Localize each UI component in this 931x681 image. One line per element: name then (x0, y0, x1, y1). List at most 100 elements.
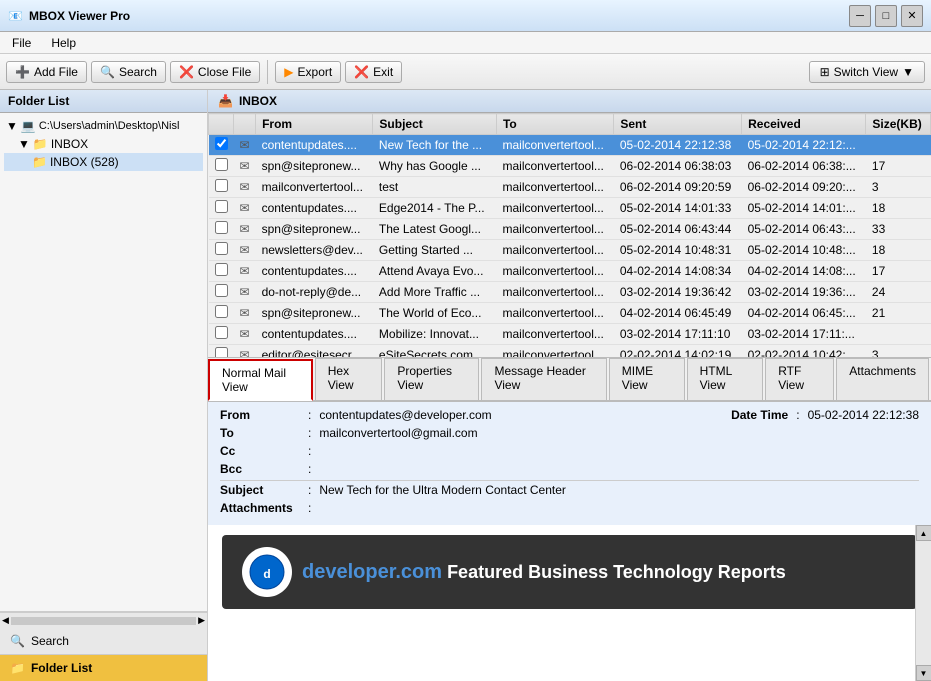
email-sent: 04-02-2014 06:45:49 (614, 303, 742, 324)
view-tab-properties-view[interactable]: Properties View (384, 358, 479, 400)
toolbar-divider-1 (267, 60, 268, 84)
email-size: 18 (866, 240, 931, 261)
email-subject: Add More Traffic ... (373, 282, 497, 303)
email-size: 18 (866, 198, 931, 219)
close-file-button[interactable]: ❌ Close File (170, 61, 260, 83)
preview-subject-field: Subject : New Tech for the Ultra Modern … (220, 483, 919, 497)
email-size (866, 135, 931, 156)
email-subject: The Latest Googl... (373, 219, 497, 240)
tree-item-drive[interactable]: ▼ 💻 C:\Users\admin\Desktop\Nisl (4, 117, 203, 135)
email-received: 05-02-2014 22:12:... (742, 135, 866, 156)
minimize-button[interactable]: ─ (849, 5, 871, 27)
email-checkbox[interactable] (209, 282, 234, 303)
drive-label: C:\Users\admin\Desktop\Nisl (39, 120, 180, 132)
cc-label: Cc (220, 444, 300, 458)
email-table-container[interactable]: From Subject To Sent Received Size(KB) ✉… (208, 113, 931, 358)
email-from: contentupdates.... (256, 135, 373, 156)
email-checkbox[interactable] (209, 156, 234, 177)
col-header-received[interactable]: Received (742, 114, 866, 135)
email-to: mailconvertertool... (496, 303, 613, 324)
switch-view-button[interactable]: ⊞ Switch View ▼ (809, 61, 925, 83)
search-button[interactable]: 🔍 Search (91, 61, 166, 83)
email-checkbox[interactable] (209, 324, 234, 345)
scroll-left-icon: ◀ (2, 615, 9, 626)
email-sent: 06-02-2014 06:38:03 (614, 156, 742, 177)
preview-panel: From : contentupdates@developer.com Date… (208, 402, 931, 681)
email-to: mailconvertertool... (496, 198, 613, 219)
col-header-subject[interactable]: Subject (373, 114, 497, 135)
scroll-down-arrow[interactable]: ▼ (916, 665, 931, 681)
view-tab-message-header-view[interactable]: Message Header View (481, 358, 606, 400)
view-tab-mime-view[interactable]: MIME View (609, 358, 685, 400)
email-subject: test (373, 177, 497, 198)
table-row[interactable]: ✉ editor@esitesecr... eSiteSecrets.com .… (209, 345, 931, 359)
table-row[interactable]: ✉ newsletters@dev... Getting Started ...… (209, 240, 931, 261)
email-sent: 06-02-2014 09:20:59 (614, 177, 742, 198)
col-header-from[interactable]: From (256, 114, 373, 135)
email-checkbox[interactable] (209, 219, 234, 240)
subject-value: New Tech for the Ultra Modern Contact Ce… (319, 483, 566, 497)
view-tab-html-view[interactable]: HTML View (687, 358, 764, 400)
email-received: 02-02-2014 10:42:... (742, 345, 866, 359)
table-row[interactable]: ✉ spn@sitepronew... The World of Eco... … (209, 303, 931, 324)
close-window-button[interactable]: ✕ (901, 5, 923, 27)
email-from: editor@esitesecr... (256, 345, 373, 359)
banner-brand: developer.com (302, 561, 442, 583)
maximize-button[interactable]: □ (875, 5, 897, 27)
table-row[interactable]: ✉ contentupdates.... Attend Avaya Evo...… (209, 261, 931, 282)
from-colon: : (308, 408, 311, 422)
email-size (866, 324, 931, 345)
col-header-to[interactable]: To (496, 114, 613, 135)
view-tab-hex-view[interactable]: Hex View (315, 358, 383, 400)
exit-button[interactable]: ❌ Exit (345, 61, 402, 83)
tree-item-inbox-parent[interactable]: ▼ 📁 INBOX (4, 135, 203, 153)
from-value: contentupdates@developer.com (319, 408, 491, 422)
email-checkbox[interactable] (209, 135, 234, 156)
table-row[interactable]: ✉ contentupdates.... Mobilize: Innovat..… (209, 324, 931, 345)
email-received: 05-02-2014 10:48:... (742, 240, 866, 261)
attachments-label: Attachments (220, 501, 300, 515)
table-row[interactable]: ✉ contentupdates.... Edge2014 - The P...… (209, 198, 931, 219)
table-row[interactable]: ✉ do-not-reply@de... Add More Traffic ..… (209, 282, 931, 303)
add-file-button[interactable]: ➕ Add File (6, 61, 87, 83)
folder-list-header: Folder List (0, 90, 207, 113)
email-checkbox[interactable] (209, 198, 234, 219)
col-header-size[interactable]: Size(KB) (866, 114, 931, 135)
to-value: mailconvertertool@gmail.com (319, 426, 477, 440)
table-row[interactable]: ✉ contentupdates.... New Tech for the ..… (209, 135, 931, 156)
datetime-label: Date Time (731, 408, 788, 422)
view-tab-rtf-view[interactable]: RTF View (765, 358, 834, 400)
title-bar: 📧 MBOX Viewer Pro ─ □ ✕ (0, 0, 931, 32)
preview-scrollbar[interactable]: ▲ ▼ (915, 525, 931, 681)
menu-file[interactable]: File (8, 34, 35, 52)
folder-tree: ▼ 💻 C:\Users\admin\Desktop\Nisl ▼ 📁 INBO… (0, 113, 207, 611)
view-tab-attachments[interactable]: Attachments (836, 358, 929, 400)
subject-label: Subject (220, 483, 300, 497)
tree-item-inbox-selected[interactable]: 📁 INBOX (528) (4, 153, 203, 171)
email-subject: Mobilize: Innovat... (373, 324, 497, 345)
table-row[interactable]: ✉ mailconvertertool... test mailconverte… (209, 177, 931, 198)
col-header-sent[interactable]: Sent (614, 114, 742, 135)
email-size: 3 (866, 345, 931, 359)
table-row[interactable]: ✉ spn@sitepronew... Why has Google ... m… (209, 156, 931, 177)
export-icon: ▶ (284, 65, 293, 79)
email-checkbox[interactable] (209, 345, 234, 359)
scroll-up-arrow[interactable]: ▲ (916, 525, 931, 541)
email-checkbox[interactable] (209, 177, 234, 198)
preview-to-field: To : mailconvertertool@gmail.com (220, 426, 919, 440)
bottom-scrollbar[interactable]: ◀ ▶ (0, 612, 207, 628)
email-subject: eSiteSecrets.com ... (373, 345, 497, 359)
folder-list-tab[interactable]: 📁 Folder List (0, 655, 207, 681)
banner-text-container: developer.com Featured Business Technolo… (302, 561, 786, 584)
table-row[interactable]: ✉ spn@sitepronew... The Latest Googl... … (209, 219, 931, 240)
search-tab[interactable]: 🔍 Search (0, 628, 207, 655)
export-button[interactable]: ▶ Export (275, 61, 341, 83)
email-checkbox[interactable] (209, 303, 234, 324)
view-tab-normal-mail-view[interactable]: Normal Mail View (208, 359, 313, 401)
preview-bcc-field: Bcc : (220, 462, 919, 476)
email-checkbox[interactable] (209, 261, 234, 282)
folder-icon-parent: 📁 (33, 137, 48, 151)
email-checkbox[interactable] (209, 240, 234, 261)
email-received: 05-02-2014 06:43:... (742, 219, 866, 240)
menu-help[interactable]: Help (47, 34, 80, 52)
